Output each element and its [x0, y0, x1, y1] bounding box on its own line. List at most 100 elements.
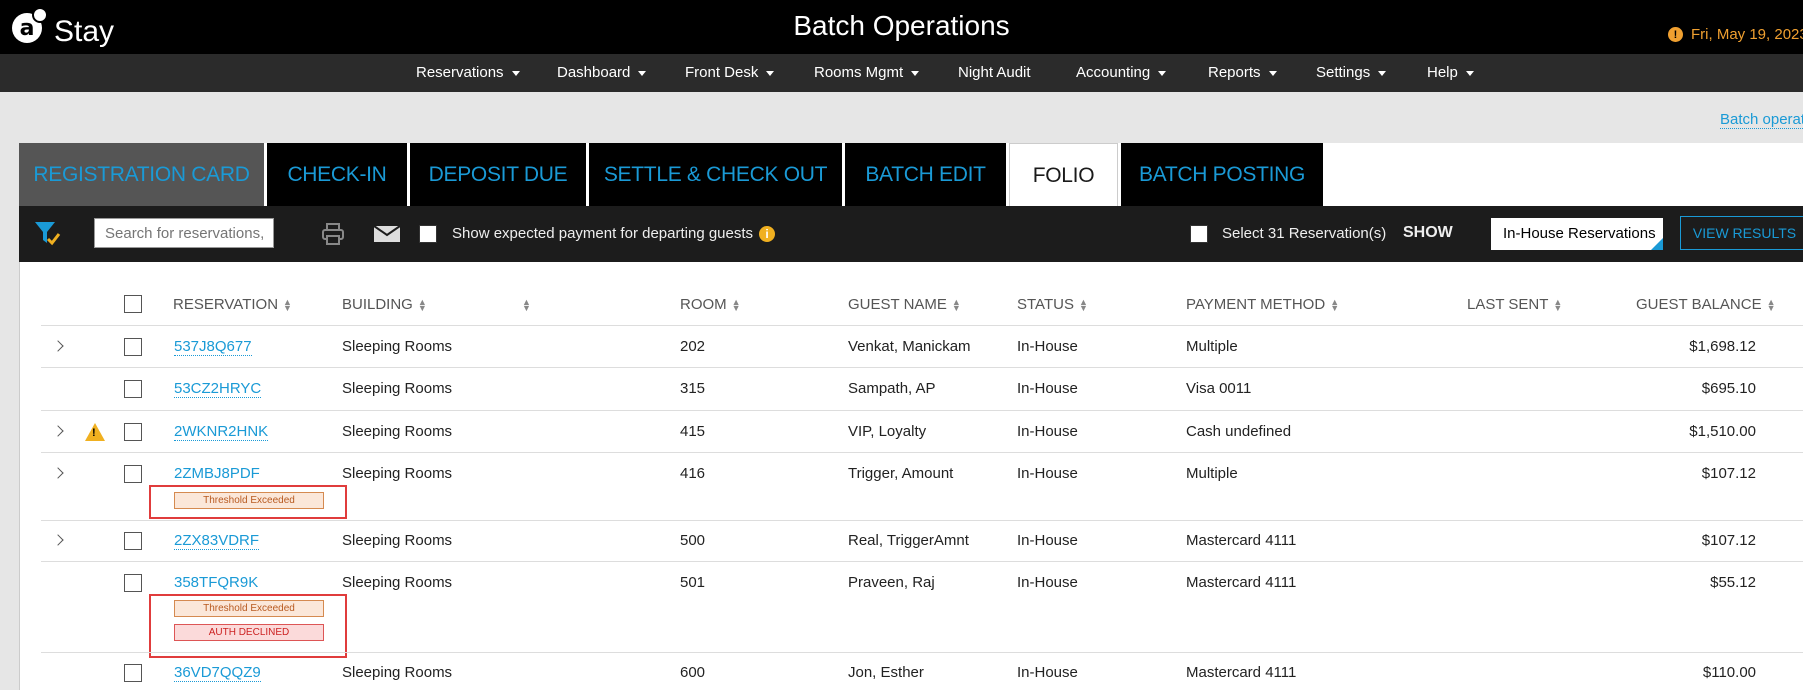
- guest-name-cell: Trigger, Amount: [848, 465, 954, 482]
- nav-front-desk[interactable]: Front Desk: [685, 64, 775, 81]
- row-checkbox[interactable]: [124, 465, 142, 483]
- tab-check-in[interactable]: CHECK-IN: [267, 143, 407, 206]
- col-guest-name[interactable]: GUEST NAME ▲ ▼: [848, 296, 961, 313]
- caret-down-icon: [766, 70, 775, 76]
- tab-deposit-due[interactable]: DEPOSIT DUE: [410, 143, 586, 206]
- print-icon[interactable]: [321, 222, 345, 246]
- top-bar: a Stay Batch Operations ! Fri, May 19, 2…: [0, 0, 1803, 54]
- payment-method-cell: Mastercard 4111: [1186, 664, 1297, 681]
- nav-night-audit[interactable]: Night Audit: [958, 64, 1031, 81]
- row-checkbox[interactable]: [124, 380, 142, 398]
- nav-help[interactable]: Help: [1427, 64, 1474, 81]
- reservation-id-link[interactable]: 53CZ2HRYC: [174, 380, 262, 398]
- room-cell: 500: [680, 532, 706, 549]
- row-checkbox[interactable]: [124, 574, 142, 592]
- nav-label: Help: [1427, 64, 1458, 81]
- sort-icon: ▲ ▼: [1553, 297, 1563, 314]
- col-guest-balance[interactable]: GUEST BALANCE ▲ ▼: [1636, 296, 1776, 313]
- payment-method-cell: Multiple: [1186, 338, 1238, 355]
- select-all-checkbox[interactable]: [124, 295, 142, 313]
- payment-method-cell: Visa 0011: [1186, 380, 1252, 397]
- room-cell: 202: [680, 338, 706, 355]
- select-all-reservations-checkbox[interactable]: [1190, 225, 1208, 243]
- row-checkbox[interactable]: [124, 532, 142, 550]
- view-results-button[interactable]: VIEW RESULTS: [1680, 216, 1803, 250]
- nav-rooms-mgmt[interactable]: Rooms Mgmt: [814, 64, 920, 81]
- nav-label: Reports: [1208, 64, 1261, 81]
- nav-settings[interactable]: Settings: [1316, 64, 1387, 81]
- payment-method-cell: Mastercard 4111: [1186, 532, 1297, 549]
- sort-icon: ▲ ▼: [951, 297, 961, 314]
- reservation-id-link[interactable]: 358TFQR9K: [174, 574, 258, 591]
- col-label: PAYMENT METHOD: [1186, 296, 1326, 313]
- email-icon[interactable]: [373, 225, 401, 243]
- col-building[interactable]: BUILDING ▲ ▼: [342, 296, 427, 313]
- caret-down-icon: [1378, 70, 1387, 76]
- building-cell: Sleeping Rooms: [342, 532, 453, 549]
- col-unnamed[interactable]: ▲ ▼: [517, 296, 531, 313]
- filter-icon[interactable]: [33, 219, 61, 247]
- col-label: STATUS: [1017, 296, 1074, 313]
- tab-registration-card[interactable]: REGISTRATION CARD: [19, 143, 264, 206]
- guest-name-cell: Venkat, Manickam: [848, 338, 971, 355]
- select-corner-icon: [1651, 238, 1663, 250]
- tab-batch-edit[interactable]: BATCH EDIT: [845, 143, 1006, 206]
- caret-down-icon: [511, 70, 520, 76]
- row-checkbox[interactable]: [124, 338, 142, 356]
- sort-icon: ▲ ▼: [283, 297, 292, 314]
- reservation-id-link[interactable]: 537J8Q677: [174, 338, 252, 356]
- guest-balance-cell: $55.12: [1710, 574, 1756, 591]
- row-divider: [41, 561, 1803, 562]
- col-status[interactable]: STATUS ▲ ▼: [1017, 296, 1088, 313]
- reservation-id-link[interactable]: 36VD7QQZ9: [174, 664, 261, 682]
- guest-name-cell: Praveen, Raj: [848, 574, 935, 591]
- warning-icon[interactable]: !: [85, 423, 105, 441]
- reservation-id-link[interactable]: 2WKNR2HNK: [174, 423, 269, 441]
- col-label: ROOM: [680, 296, 727, 313]
- col-reservation[interactable]: RESERVATION ▲ ▼: [173, 296, 292, 313]
- nav-label: Dashboard: [557, 64, 631, 81]
- status-cell: In-House: [1017, 532, 1078, 549]
- col-payment-method[interactable]: PAYMENT METHOD ▲ ▼: [1186, 296, 1339, 313]
- nav-reports[interactable]: Reports: [1208, 64, 1277, 81]
- info-icon[interactable]: i: [759, 226, 776, 243]
- reservation-id-link[interactable]: 2ZX83VDRF: [174, 532, 260, 550]
- row-checkbox[interactable]: [124, 423, 142, 441]
- status-cell: In-House: [1017, 423, 1078, 440]
- search-input[interactable]: [94, 218, 274, 248]
- reservation-id-link[interactable]: 2ZMBJ8PDF: [174, 465, 260, 482]
- alert-icon[interactable]: !: [1668, 27, 1683, 42]
- nav-dashboard[interactable]: Dashboard: [557, 64, 647, 81]
- building-cell: Sleeping Rooms: [342, 574, 453, 591]
- guest-balance-cell: $107.12: [1701, 532, 1756, 549]
- nav-label: Settings: [1316, 64, 1371, 81]
- col-label: GUEST BALANCE: [1636, 296, 1762, 313]
- nav-reservations[interactable]: Reservations: [416, 64, 520, 81]
- guest-name-cell: Jon, Esther: [848, 664, 924, 681]
- row-checkbox[interactable]: [124, 664, 142, 682]
- building-cell: Sleeping Rooms: [342, 338, 453, 355]
- col-room[interactable]: ROOM ▲ ▼: [680, 296, 741, 313]
- show-filter-select[interactable]: In-House Reservations: [1491, 218, 1663, 250]
- guest-balance-cell: $110.00: [1702, 664, 1756, 681]
- sort-icon: ▲ ▼: [417, 297, 427, 314]
- sort-icon: ▲ ▼: [1766, 297, 1776, 314]
- col-label: BUILDING: [342, 296, 413, 313]
- col-last-sent[interactable]: LAST SENT ▲ ▼: [1467, 296, 1562, 313]
- payment-method-cell: Cash undefined: [1186, 423, 1292, 440]
- show-expected-checkbox[interactable]: [419, 225, 437, 243]
- header-divider: [41, 325, 1803, 326]
- tab-folio[interactable]: FOLIO: [1009, 143, 1118, 208]
- tab-batch-posting[interactable]: BATCH POSTING: [1121, 143, 1323, 206]
- nav-accounting[interactable]: Accounting: [1076, 64, 1167, 81]
- row-divider: [41, 367, 1803, 368]
- guest-balance-cell: $1,510.00: [1689, 423, 1756, 440]
- row-divider: [41, 652, 1803, 653]
- business-date-text: Fri, May 19, 2023: [1691, 26, 1803, 43]
- sort-icon: ▲ ▼: [522, 297, 531, 314]
- guest-balance-cell: $107.12: [1701, 465, 1756, 482]
- tab-settle-check-out[interactable]: SETTLE & CHECK OUT: [589, 143, 842, 206]
- row-divider: [41, 410, 1803, 411]
- breadcrumb-batch-operations[interactable]: Batch operations: [1720, 111, 1803, 129]
- highlight-box: [149, 594, 347, 658]
